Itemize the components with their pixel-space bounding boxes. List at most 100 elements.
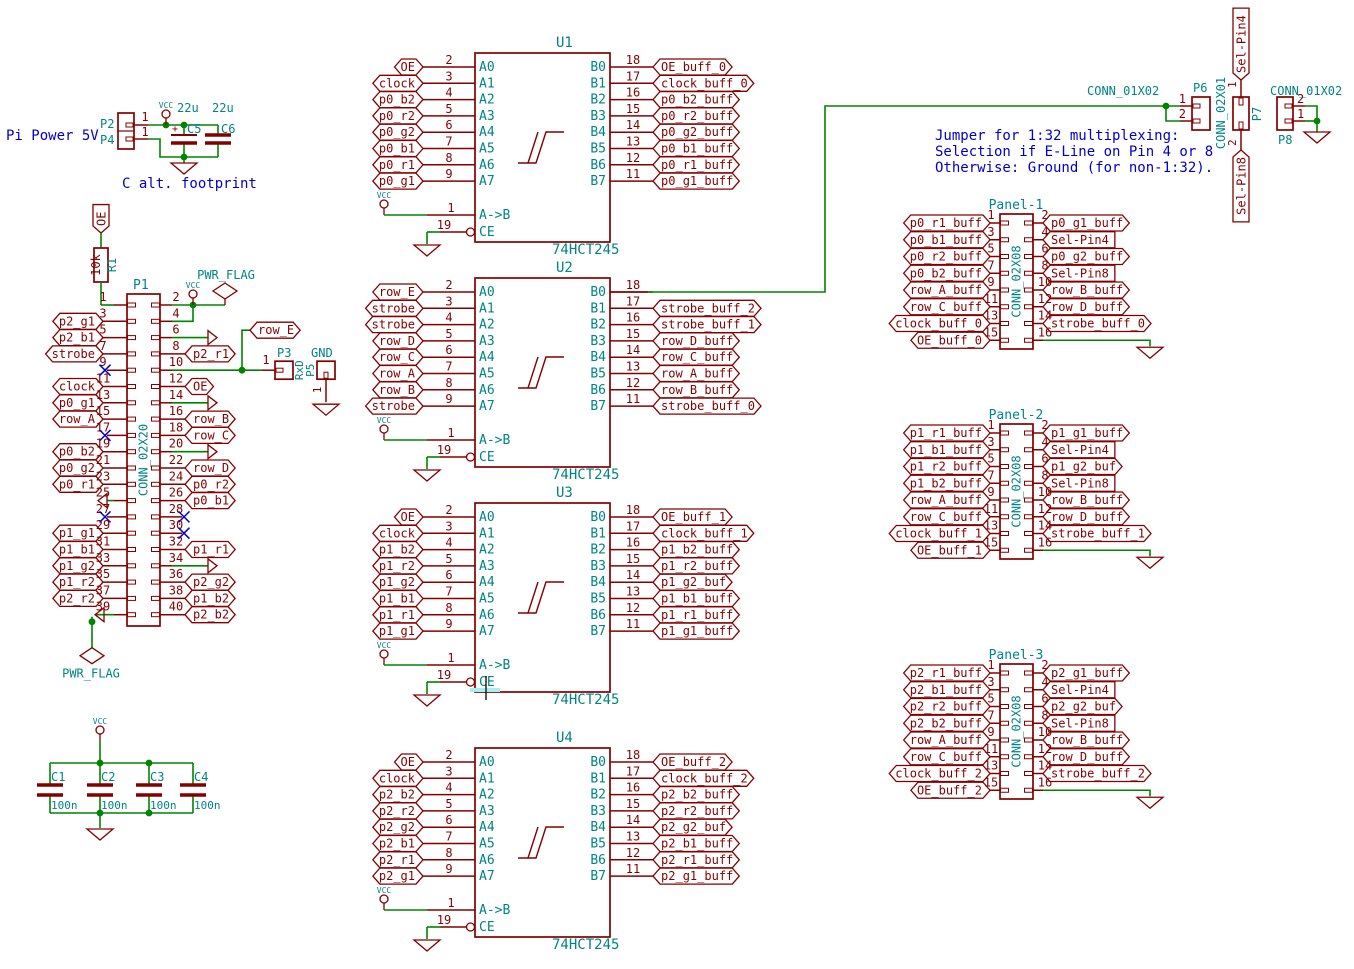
label-p2_r2_buff[interactable]: p2_r2_buff — [653, 803, 739, 819]
label-p2_r1[interactable]: p2_r1 — [185, 346, 235, 362]
label-Sel-Pin4[interactable]: Sel-Pin4 — [1043, 232, 1115, 248]
label-strobe[interactable]: strobe — [46, 346, 103, 362]
label-row_B_buff[interactable]: row_B_buff — [653, 382, 739, 398]
label-p1_g2[interactable]: p1_g2 — [373, 574, 423, 590]
label-row_A_buff[interactable]: row_A_buff — [904, 732, 990, 748]
label-OE_buff_0[interactable]: OE_buff_0 — [653, 59, 732, 75]
label-row_C[interactable]: row_C — [373, 349, 423, 365]
panel-connector-Panel-1[interactable]: Panel-1CONN_02X081p0_r1_buff3p0_b1_buff5… — [889, 198, 1163, 358]
label-p2_b1[interactable]: p2_b1 — [53, 330, 103, 346]
label-OE[interactable]: OE — [395, 754, 423, 770]
label-OE[interactable]: OE — [185, 379, 213, 395]
label-row_A_buff[interactable]: row_A_buff — [904, 492, 990, 508]
label-p2_g2_buf[interactable]: p2_g2_buf — [653, 819, 732, 835]
label-Sel-Pin8[interactable]: Sel-Pin8 — [1043, 265, 1115, 281]
label-clock_buff_1[interactable]: clock_buff_1 — [889, 526, 990, 542]
label-clock_buff_1[interactable]: clock_buff_1 — [653, 525, 754, 541]
label-p0_b2_buff[interactable]: p0_b2_buff — [653, 92, 739, 108]
label-Sel-Pin4[interactable]: Sel-Pin4 — [1043, 442, 1115, 458]
label-OE[interactable]: OE — [93, 205, 109, 233]
label-p0_r1[interactable]: p0_r1 — [373, 157, 423, 173]
label-p0_r2_buff[interactable]: p0_r2_buff — [653, 108, 739, 124]
label-row_D_buff[interactable]: row_D_buff — [1043, 299, 1129, 315]
label-p2_g1[interactable]: p2_g1 — [373, 868, 423, 884]
label-OE_buff_2[interactable]: OE_buff_2 — [911, 782, 990, 798]
label-row_D_buff[interactable]: row_D_buff — [1043, 749, 1129, 765]
label-p2_g2[interactable]: p2_g2 — [185, 574, 235, 590]
label-p2_b2[interactable]: p2_b2 — [185, 607, 235, 623]
label-OE_buff_0[interactable]: OE_buff_0 — [911, 332, 990, 348]
label-p1_g1_buff[interactable]: p1_g1_buff — [1043, 425, 1129, 441]
label-row_D_buff[interactable]: row_D_buff — [653, 333, 739, 349]
label-p1_b1[interactable]: p1_b1 — [373, 591, 423, 607]
buffer-U2[interactable]: U274HCT2452A0row_E3A1strobe4A2strobe5A3r… — [366, 260, 761, 483]
label-p0_g2_buff[interactable]: p0_g2_buff — [653, 124, 739, 140]
label-clock_buff_0[interactable]: clock_buff_0 — [889, 316, 990, 332]
label-row_C_buff[interactable]: row_C_buff — [904, 509, 990, 525]
label-row_C_buff[interactable]: row_C_buff — [904, 749, 990, 765]
label-p2_r2[interactable]: p2_r2 — [373, 803, 423, 819]
label-p1_b2[interactable]: p1_b2 — [373, 542, 423, 558]
label-p1_r1[interactable]: p1_r1 — [373, 607, 423, 623]
label-p0_b1[interactable]: p0_b1 — [185, 493, 235, 509]
label-p1_r1_buff[interactable]: p1_r1_buff — [653, 607, 739, 623]
label-p0_g1_buff[interactable]: p0_g1_buff — [1043, 215, 1129, 231]
label-clock_buff_2[interactable]: clock_buff_2 — [889, 766, 990, 782]
label-p1_g1_buff[interactable]: p1_g1_buff — [653, 623, 739, 639]
label-p0_g1_buff[interactable]: p0_g1_buff — [653, 173, 739, 189]
label-p0_r2[interactable]: p0_r2 — [373, 108, 423, 124]
label-p0_g2[interactable]: p0_g2 — [373, 124, 423, 140]
label-row_E[interactable]: row_E — [250, 322, 300, 338]
label-p0_g1[interactable]: p0_g1 — [373, 173, 423, 189]
label-p2_b1[interactable]: p2_b1 — [373, 836, 423, 852]
label-p2_b1_buff[interactable]: p2_b1_buff — [904, 682, 990, 698]
label-p1_r2_buff[interactable]: p1_r2_buff — [904, 459, 990, 475]
label-p2_g2_buf[interactable]: p2_g2_buf — [1043, 699, 1122, 715]
label-p0_b2_buff[interactable]: p0_b2_buff — [904, 265, 990, 281]
label-strobe[interactable]: strobe — [366, 398, 423, 414]
label-p0_r2_buff[interactable]: p0_r2_buff — [904, 249, 990, 265]
label-p2_g2[interactable]: p2_g2 — [373, 819, 423, 835]
decoupling-caps[interactable]: VCCC1100nC2100nC3100nC4100n — [37, 717, 221, 840]
buffer-U1[interactable]: U174HCT2452A0OE3A1clock4A2p0_b25A3p0_r26… — [373, 35, 754, 258]
label-clock[interactable]: clock — [373, 525, 423, 541]
label-row_E[interactable]: row_E — [373, 284, 423, 300]
label-p0_b1_buff[interactable]: p0_b1_buff — [904, 232, 990, 248]
label-Sel-Pin8[interactable]: Sel-Pin8 — [1233, 150, 1249, 222]
label-clock_buff_2[interactable]: clock_buff_2 — [653, 770, 754, 786]
label-row_B_buff[interactable]: row_B_buff — [1043, 492, 1129, 508]
label-clock[interactable]: clock — [373, 75, 423, 91]
label-clock_buff_0[interactable]: clock_buff_0 — [653, 75, 754, 91]
label-p2_r2_buff[interactable]: p2_r2_buff — [904, 699, 990, 715]
label-p2_r1_buff[interactable]: p2_r1_buff — [653, 852, 739, 868]
label-p1_r2_buff[interactable]: p1_r2_buff — [653, 558, 739, 574]
buffer-U3[interactable]: U374HCT2452A0OE3A1clock4A2p1_b25A3p1_r26… — [373, 485, 754, 708]
label-p2_b2_buff[interactable]: p2_b2_buff — [904, 715, 990, 731]
label-p1_b2_buff[interactable]: p1_b2_buff — [904, 475, 990, 491]
label-Sel-Pin8[interactable]: Sel-Pin8 — [1043, 475, 1115, 491]
label-p0_g2_buff[interactable]: p0_g2_buff — [1043, 249, 1129, 265]
power-input-connector[interactable]: P2P411VCC+22uC522uC6 — [100, 101, 235, 174]
aux-connectors[interactable]: row_E1P3RxDP5GND1 — [239, 322, 339, 415]
label-strobe[interactable]: strobe — [366, 300, 423, 316]
label-p1_b1_buff[interactable]: p1_b1_buff — [653, 591, 739, 607]
label-p2_b2[interactable]: p2_b2 — [373, 787, 423, 803]
label-strobe_buff_1[interactable]: strobe_buff_1 — [1043, 526, 1151, 542]
label-strobe_buff_0[interactable]: strobe_buff_0 — [653, 398, 761, 414]
label-strobe_buff_2[interactable]: strobe_buff_2 — [653, 300, 761, 316]
label-strobe_buff_0[interactable]: strobe_buff_0 — [1043, 316, 1151, 332]
label-strobe_buff_1[interactable]: strobe_buff_1 — [653, 317, 761, 333]
label-p2_g1[interactable]: p2_g1 — [53, 313, 103, 329]
label-row_C[interactable]: row_C — [185, 427, 235, 443]
label-p1_g1[interactable]: p1_g1 — [373, 623, 423, 639]
buffer-U4[interactable]: U474HCT2452A0OE3A1clock4A2p2_b25A3p2_r26… — [373, 730, 754, 953]
label-p0_r1_buff[interactable]: p0_r1_buff — [904, 215, 990, 231]
label-OE_buff_1[interactable]: OE_buff_1 — [911, 542, 990, 558]
label-p1_r2[interactable]: p1_r2 — [373, 558, 423, 574]
panel-connector-Panel-3[interactable]: Panel-3CONN_02X081p2_r1_buff3p2_b1_buff5… — [889, 648, 1163, 808]
label-p1_b2[interactable]: p1_b2 — [185, 590, 235, 606]
label-OE[interactable]: OE — [395, 59, 423, 75]
label-p1_g2_buf[interactable]: p1_g2_buf — [653, 574, 732, 590]
label-Sel-Pin8[interactable]: Sel-Pin8 — [1043, 715, 1115, 731]
label-p1_r1[interactable]: p1_r1 — [185, 542, 235, 558]
